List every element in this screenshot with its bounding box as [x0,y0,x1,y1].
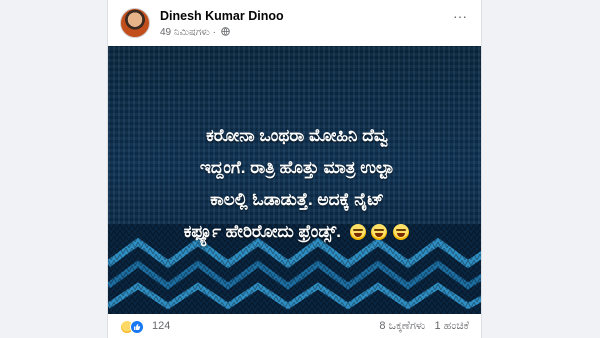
post-image[interactable]: ಕರೋನಾ ಒಂಥರಾ ಮೋಹಿನಿ ದೆವ್ವ ಇದ್ದಂಗೆ. ರಾತ್ರಿ… [108,46,481,314]
globe-icon[interactable] [221,27,230,36]
text-line-2: ಇದ್ದಂಗೆ. ರಾತ್ರಿ ಹೊತ್ತು ಮಾತ್ರ ಉಲ್ಟಾ [199,158,395,177]
laughing-emoji-icon [393,224,410,240]
post-image-text: ಕರೋನಾ ಒಂಥರಾ ಮೋಹಿನಿ ದೆವ್ವ ಇದ್ದಂಗೆ. ರಾತ್ರಿ… [122,120,472,251]
post-footer: 124 8 ಒಕ್ಕಣೆಗಳು 1 ಹಂಚಿಕೆ [108,314,481,338]
text-line-1: ಕರೋನಾ ಒಂಥರಾ ಮೋಹಿನಿ ದೆವ್ವ [206,126,388,145]
post-card: Dinesh Kumar Dinoo 49 ನಿಮಿಷಗಳು · ··· ಕರೋ… [107,0,482,338]
emoji-group [349,219,410,251]
more-options-icon[interactable]: ··· [451,9,469,26]
author-name[interactable]: Dinesh Kumar Dinoo [160,9,284,23]
like-reaction-icon [130,320,144,334]
reactions-count[interactable]: 124 [152,320,170,332]
author-avatar[interactable] [120,8,150,38]
post-time[interactable]: 49 ನಿಮಿಷಗಳು [160,27,210,38]
meta-separator: · [212,27,216,38]
text-line-3: ಕಾಲಲ್ಲಿ ಓಡಾಡುತ್ತೆ. ಅದಕ್ಕೆ ನೈಟ್ [210,190,384,209]
laughing-emoji-icon [349,224,366,240]
shares-count[interactable]: 1 ಹಂಚಿಕೆ [435,320,469,332]
text-line-4: ಕರ್ಫ್ಯೂ ಹೇರಿರೋದು ಫ್ರೆಂಡ್ಸ್. [183,222,342,241]
post-header: Dinesh Kumar Dinoo 49 ನಿಮಿಷಗಳು · ··· [108,0,481,46]
laughing-emoji-icon [371,224,388,240]
post-stats: 8 ಒಕ್ಕಣೆಗಳು 1 ಹಂಚಿಕೆ [379,320,469,333]
comments-count[interactable]: 8 ಒಕ್ಕಣೆಗಳು [379,320,425,332]
post-meta: 49 ನಿಮಿಷಗಳು · [160,27,230,38]
text-line-4-wrap: ಕರ್ಫ್ಯೂ ಹೇರಿರೋದು ಫ್ರೆಂಡ್ಸ್. [122,216,472,251]
